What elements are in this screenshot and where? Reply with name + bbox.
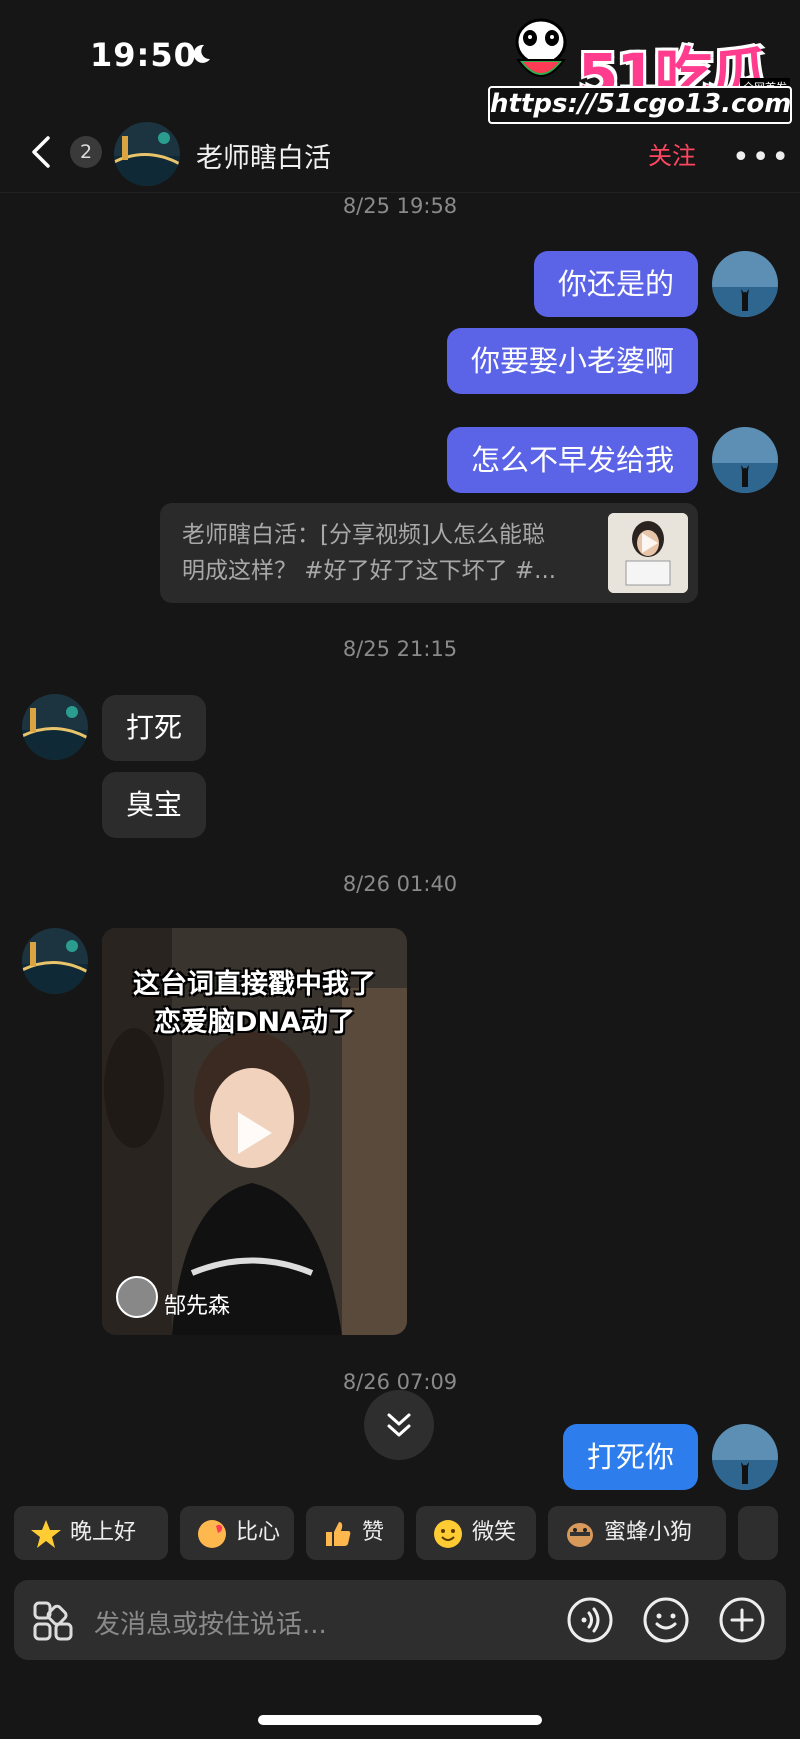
shared-video-card[interactable]: 老师瞎白活：[分享视频]人怎么能聪 明成这样？ #好了好了这下坏了 #... [160,503,698,603]
shared-video-line: 明成这样？ #好了好了这下坏了 #... [182,558,557,584]
video-message[interactable]: 这台词直接戳中我了 恋爱脑DNA动了 郜先森 [102,928,407,1335]
back-chevron-icon[interactable] [26,132,58,172]
quick-reply-label: 蜜蜂小狗 [604,1520,693,1545]
emoji-icon[interactable] [642,1596,690,1644]
home-indicator[interactable] [258,1715,542,1725]
quick-reply-label: 比心 [236,1520,281,1545]
video-caption: 这台词直接戳中我了 [133,969,376,1000]
more-options-button[interactable]: ••• [732,140,791,175]
quick-reply-chip[interactable]: 比心 [180,1506,294,1560]
timestamp: 8/26 01:40 [342,872,458,896]
add-icon[interactable] [718,1596,766,1644]
timestamp: 8/25 21:15 [342,637,458,661]
watermark-url: https://51cgo13.com [488,86,792,124]
my-avatar[interactable] [712,427,778,493]
shared-video-line: 老师瞎白活：[分享视频]人怎么能聪 [182,522,545,548]
timestamp: 8/25 19:58 [342,194,458,218]
quick-reply-label: 微笑 [472,1520,517,1545]
follow-button[interactable]: 关注 [648,136,696,171]
shared-video-thumbnail [608,513,688,593]
voice-icon[interactable] [566,1596,614,1644]
header-divider [0,192,800,193]
my-avatar[interactable] [712,251,778,317]
chat-title: 老师瞎白活 [196,143,331,174]
quick-reply-bar: 晚上好 比心 赞 微笑 蜜蜂小狗 [14,1506,800,1560]
quick-reply-chip[interactable]: 蜜蜂小狗 [548,1506,726,1560]
unread-badge: 2 [70,136,102,168]
quick-reply-chip[interactable]: 晚上好 [14,1506,168,1560]
quick-reply-label: 晚上好 [70,1520,137,1545]
contact-avatar[interactable] [22,928,88,994]
scroll-to-bottom-button[interactable] [364,1390,434,1460]
message-input[interactable]: 发消息或按住说话... [94,1604,327,1641]
status-time: 19:50 [90,36,197,74]
contact-avatar[interactable] [22,694,88,760]
video-caption: 恋爱脑DNA动了 [154,1007,355,1038]
message-input-bar: 发消息或按住说话... [14,1580,786,1660]
quick-reply-chip[interactable]: 微笑 [416,1506,536,1560]
my-avatar[interactable] [712,1424,778,1490]
play-icon[interactable] [232,1108,276,1158]
quick-reply-chip[interactable]: 赞 [306,1506,404,1560]
message-bubble-other[interactable]: 打死 [102,695,207,761]
contact-avatar[interactable] [114,122,180,186]
thumbs-up-emoji-icon [326,1522,351,1546]
message-bubble-mine[interactable]: 你还是的 [533,251,698,317]
message-bubble-other[interactable]: 臭宝 [102,772,207,838]
message-bubble-mine[interactable]: 怎么不早发给我 [446,427,698,493]
watermelon-mascot-icon [515,18,567,77]
message-bubble-mine[interactable]: 打死你 [562,1424,698,1490]
shared-video-text: 老师瞎白活：[分享视频]人怎么能聪 明成这样？ #好了好了这下坏了 #... [182,517,582,589]
message-bubble-mine[interactable]: 你要娶小老婆啊 [446,328,698,394]
video-author-avatar [116,1276,158,1318]
star-emoji-icon [31,1520,61,1548]
smile-emoji-icon [434,1520,462,1548]
moon-icon [193,44,210,63]
video-author-name: 郜先森 [164,1294,231,1319]
double-chevron-down-icon [387,1413,411,1437]
heart-hand-emoji-icon [198,1520,226,1548]
quick-reply-chip[interactable] [738,1506,778,1560]
bee-dog-emoji-icon [567,1523,593,1547]
quick-reply-label: 赞 [362,1520,385,1545]
apps-grid-icon[interactable] [32,1600,74,1642]
